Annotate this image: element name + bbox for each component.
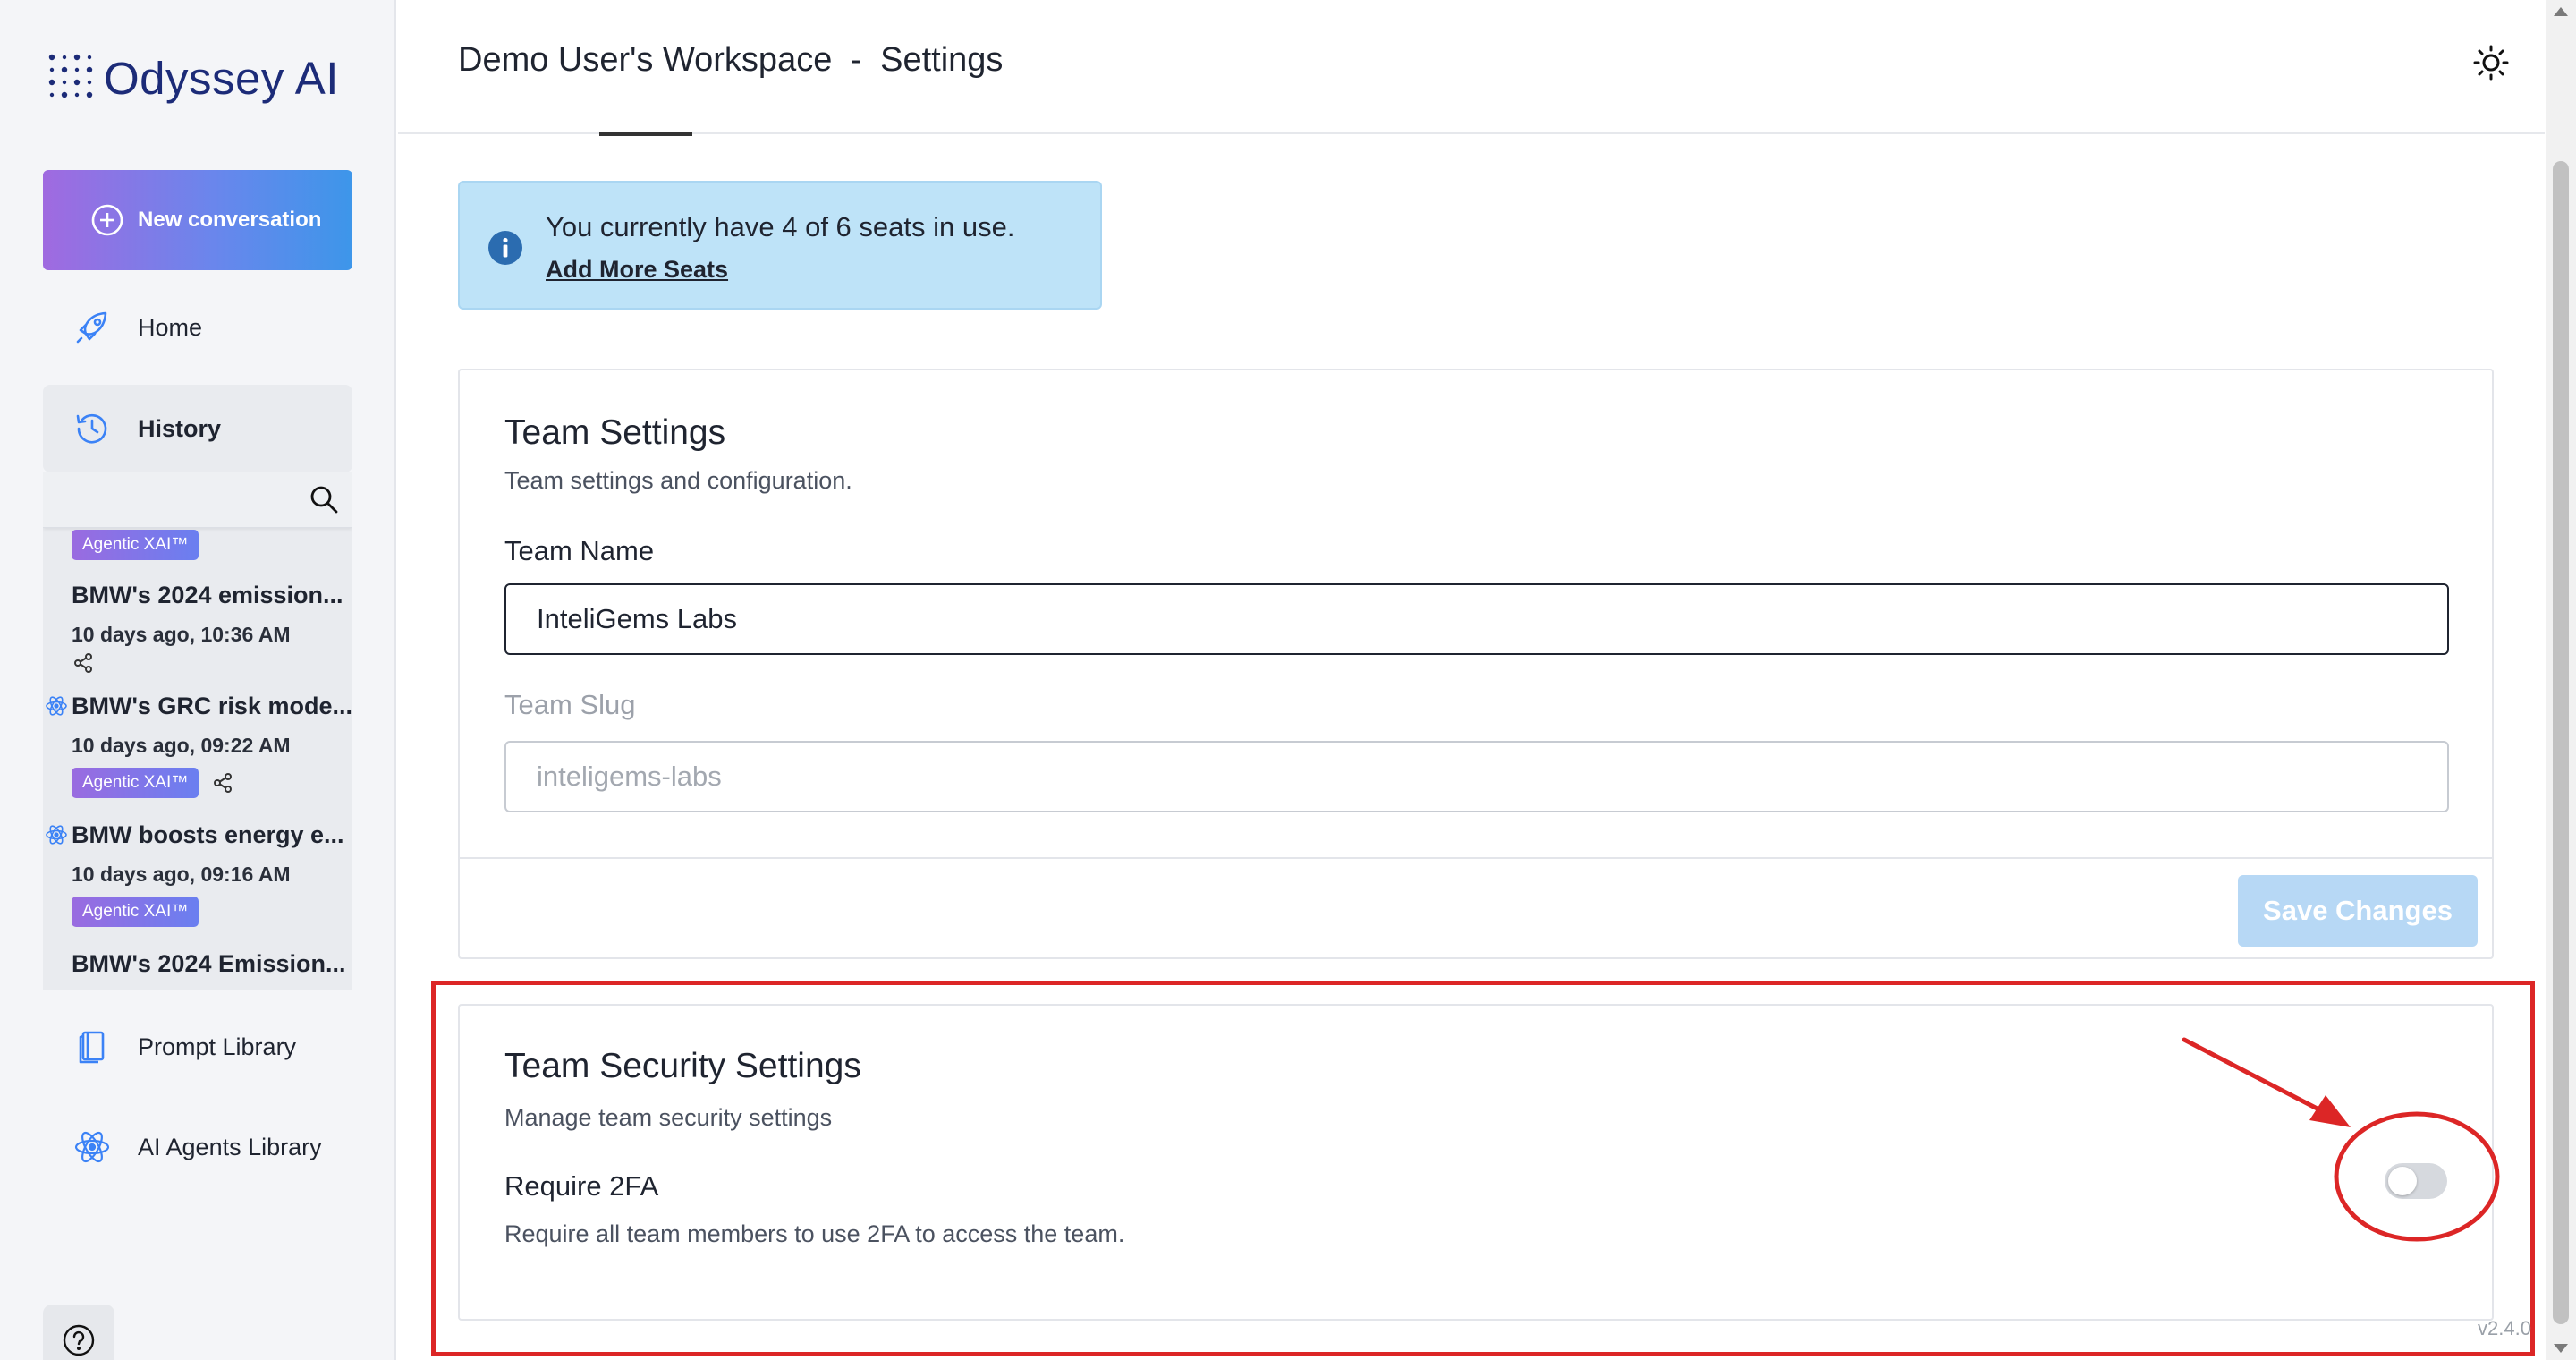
require-2fa-toggle[interactable] — [2385, 1163, 2447, 1199]
sun-icon[interactable] — [2464, 36, 2518, 89]
title-separator: - — [850, 41, 862, 79]
sidebar-item-prompt-library[interactable]: Prompt Library — [43, 1002, 352, 1092]
team-name-label: Team Name — [504, 535, 655, 566]
share-icon[interactable] — [72, 651, 95, 675]
history-item-title[interactable]: BMW boosts energy e... — [72, 821, 344, 849]
main-scrollbar[interactable] — [2546, 0, 2576, 1360]
team-security-card: Team Security Settings Manage team secur… — [458, 1004, 2494, 1321]
brand-name: Odyssey AI — [104, 52, 339, 104]
workspace-name: Demo User's Workspace — [458, 41, 833, 79]
save-changes-button[interactable]: Save Changes — [2238, 875, 2478, 947]
agentic-badge: Agentic XAI™ — [72, 897, 199, 927]
info-icon — [488, 231, 522, 265]
toggle-knob — [2388, 1167, 2417, 1195]
security-settings-title: Team Security Settings — [504, 1047, 861, 1085]
active-tab-indicator — [599, 132, 692, 136]
add-more-seats-link[interactable]: Add More Seats — [546, 256, 728, 284]
history-item-time: 10 days ago, 09:22 AM — [72, 734, 291, 757]
atom-icon — [46, 825, 67, 845]
team-name-input[interactable] — [504, 583, 2449, 655]
dots-logo-icon — [48, 54, 93, 98]
require-2fa-label: Require 2FA — [504, 1170, 659, 1202]
page-title: Demo User's Workspace - Settings — [458, 41, 1003, 80]
security-settings-subtitle: Manage team security settings — [504, 1104, 833, 1131]
scroll-thumb[interactable] — [2553, 161, 2569, 1324]
team-settings-card: Team Settings Team settings and configur… — [458, 369, 2494, 959]
require-2fa-description: Require all team members to use 2FA to a… — [504, 1220, 1125, 1247]
history-list: Agentic XAI™ BMW's 2024 emission... 10 d… — [43, 472, 352, 990]
history-item-time: 10 days ago, 10:36 AM — [72, 623, 291, 646]
agents-icon — [74, 1131, 110, 1163]
sidebar-item-label: AI Agents Library — [138, 1133, 322, 1160]
history-item-title[interactable]: BMW's 2024 Emission... — [72, 950, 346, 978]
team-settings-footer: Save Changes — [460, 857, 2492, 959]
seats-message: You currently have 4 of 6 seats in use. — [546, 211, 1015, 242]
share-icon[interactable] — [211, 771, 234, 795]
page-header: Demo User's Workspace - Settings — [398, 0, 2545, 134]
sidebar-item-home[interactable]: Home — [43, 283, 352, 372]
team-slug-label: Team Slug — [504, 689, 636, 720]
team-settings-title: Team Settings — [504, 413, 726, 452]
plus-circle-icon — [91, 204, 123, 236]
version-label: v2.4.0 — [2478, 1317, 2531, 1339]
atom-icon — [46, 696, 67, 716]
history-icon — [76, 413, 107, 444]
book-icon — [79, 1031, 105, 1064]
sidebar-item-label: History — [138, 414, 222, 442]
team-settings-subtitle: Team settings and configuration. — [504, 467, 852, 494]
history-item-title[interactable]: BMW's 2024 emission... — [72, 582, 343, 609]
help-button[interactable] — [43, 1305, 114, 1360]
sidebar-item-label: Prompt Library — [138, 1033, 297, 1060]
sidebar-item-label: Home — [138, 313, 203, 341]
team-slug-input — [504, 741, 2449, 812]
history-item-title[interactable]: BMW's GRC risk mode... — [72, 693, 352, 720]
rocket-icon — [76, 311, 107, 344]
seats-alert: You currently have 4 of 6 seats in use. … — [458, 181, 1102, 310]
sidebar-item-history[interactable]: History — [43, 385, 352, 472]
history-item-time: 10 days ago, 09:16 AM — [72, 863, 291, 886]
search-icon[interactable] — [308, 483, 340, 515]
new-conversation-button[interactable]: New conversation — [43, 170, 352, 270]
agentic-badge: Agentic XAI™ — [72, 768, 199, 798]
sidebar-item-ai-agents-library[interactable]: AI Agents Library — [43, 1102, 352, 1192]
help-icon — [63, 1324, 95, 1356]
brand-logo[interactable]: Odyssey AI — [45, 47, 339, 109]
history-search-bar[interactable] — [43, 472, 352, 528]
settings-title: Settings — [880, 41, 1004, 79]
sidebar: Odyssey AI New conversation Home History — [0, 0, 396, 1360]
scroll-up-arrow[interactable] — [2554, 7, 2568, 16]
new-conversation-label: New conversation — [138, 208, 322, 232]
agentic-badge: Agentic XAI™ — [72, 530, 199, 560]
scroll-down-arrow[interactable] — [2554, 1344, 2568, 1353]
